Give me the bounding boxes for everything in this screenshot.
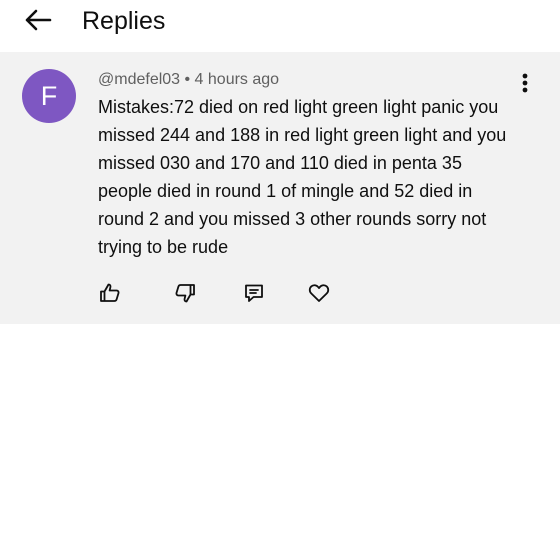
comment-text: Mistakes:72 died on red light green ligh… xyxy=(98,97,507,257)
like-button[interactable] xyxy=(95,278,125,308)
app-header: Replies xyxy=(0,0,560,52)
back-button[interactable] xyxy=(14,2,62,42)
reply-comment: F @mdefel03 • 4 hours ago Mistakes:72 di… xyxy=(0,52,560,324)
dislike-button[interactable] xyxy=(170,278,200,308)
thumbs-down-icon xyxy=(173,281,197,305)
more-vertical-icon xyxy=(522,73,528,98)
reply-comment-icon xyxy=(242,281,266,305)
comment-meta[interactable]: @mdefel03 • 4 hours ago xyxy=(98,70,279,90)
heart-button[interactable] xyxy=(304,278,334,308)
arrow-left-icon xyxy=(24,9,52,36)
heart-icon xyxy=(307,281,331,305)
avatar[interactable]: F xyxy=(22,69,76,123)
avatar-letter: F xyxy=(40,80,58,111)
page-title: Replies xyxy=(82,7,166,35)
thumbs-up-icon xyxy=(98,281,122,305)
comment-actions xyxy=(0,278,560,308)
reply-button[interactable] xyxy=(239,278,269,308)
